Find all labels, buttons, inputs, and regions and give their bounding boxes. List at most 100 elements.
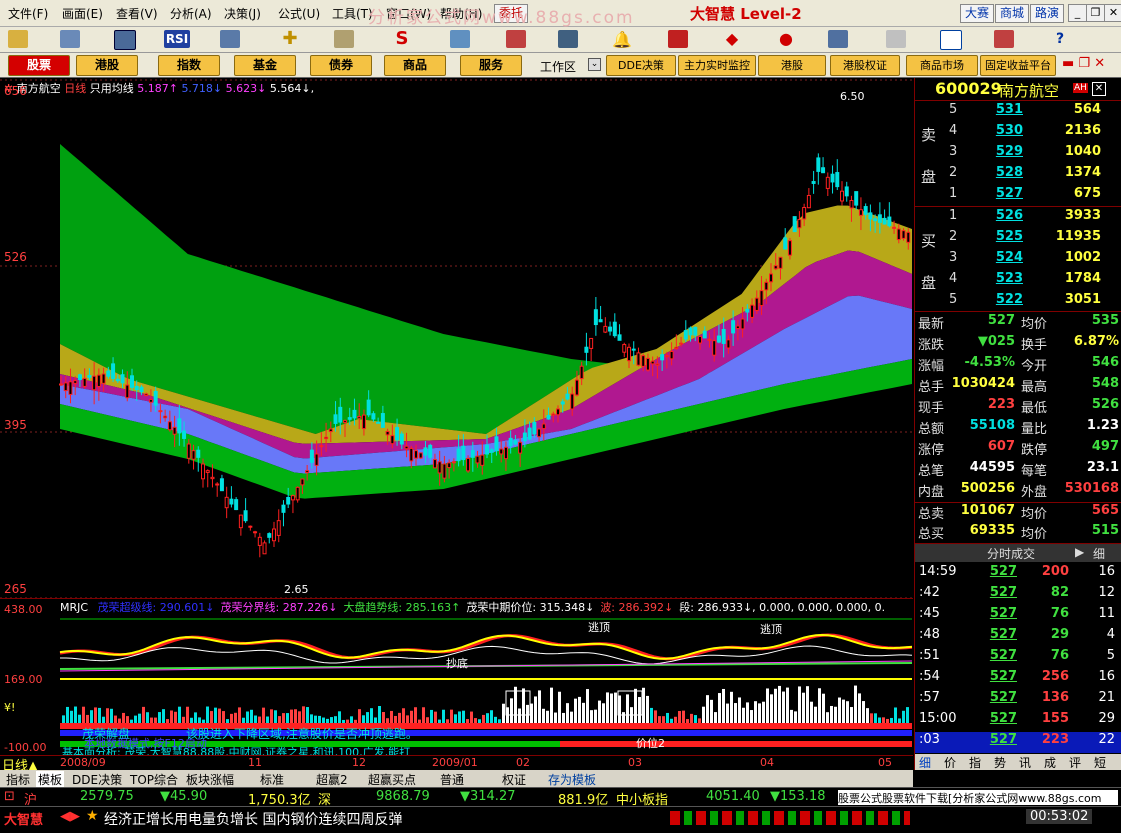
quote-tab[interactable]: 细 <box>919 754 931 771</box>
nav-bond[interactable]: 债券 <box>310 55 372 76</box>
volume-bar <box>490 710 493 723</box>
template-tab[interactable]: DDE决策 <box>72 771 122 788</box>
menu-view[interactable]: 查看(V) <box>116 5 158 22</box>
rsi-icon[interactable]: RSI <box>164 30 190 48</box>
minimize-icon[interactable]: _ <box>1068 4 1087 22</box>
tick-row[interactable]: :42 527 82 12 <box>915 585 1121 606</box>
template-tab[interactable]: 存为模板 <box>548 771 596 788</box>
ticker-arrows-icon[interactable]: ◀▶ <box>60 809 80 824</box>
book-row[interactable]: 4 523 1784 <box>915 271 1121 292</box>
quote-tab[interactable]: 评 <box>1069 754 1081 771</box>
binocular-icon[interactable] <box>558 30 578 48</box>
tick-row[interactable]: :03 527 223 22 <box>915 732 1121 753</box>
close-icon[interactable]: ✕ <box>1092 82 1106 96</box>
book-row[interactable]: 2 525 11935 <box>915 229 1121 250</box>
brand-logo: 大智慧 <box>4 813 44 828</box>
quote-tab[interactable]: 短 <box>1094 754 1106 771</box>
template-tab[interactable]: 权证 <box>502 771 526 788</box>
indicator-mrjc[interactable]: MRJC 茂荣超级线: 290.601↓ 茂荣分界线: 287.226↓ 大盘趋势线… <box>0 598 913 686</box>
ruler-icon[interactable] <box>334 30 354 48</box>
nav-stock[interactable]: 股票 <box>8 55 70 76</box>
roadshow-button[interactable]: 路演 <box>1030 4 1065 23</box>
contest-button[interactable]: 大赛 <box>960 4 995 23</box>
book-row[interactable]: 3 529 1040 <box>915 144 1121 165</box>
quote-tab[interactable]: 价 <box>944 754 956 771</box>
template-tab[interactable]: 指标 <box>6 771 30 788</box>
book-row[interactable]: 3 524 1002 <box>915 250 1121 271</box>
diamond-icon[interactable]: ◆ <box>722 30 742 48</box>
tick-row[interactable]: :57 527 136 21 <box>915 690 1121 711</box>
tick-row[interactable]: :54 527 256 16 <box>915 669 1121 690</box>
open-icon[interactable] <box>8 30 28 48</box>
template-tab[interactable]: 超赢买点 <box>368 771 416 788</box>
calc-icon[interactable] <box>220 30 240 48</box>
quote-tab[interactable]: 指 <box>969 754 981 771</box>
screen-icon[interactable] <box>114 30 136 50</box>
template-tab[interactable]: 模板 <box>36 771 65 788</box>
indicator-volume[interactable]: ¥! -100.00 茂荣解盘 该股进入下降区域,注意股价是否冲顶逃跑。 本地数… <box>0 681 913 759</box>
tick-row[interactable]: :48 527 29 4 <box>915 627 1121 648</box>
nav-fixed-income[interactable]: 固定收益平台 <box>980 55 1056 76</box>
nav-service[interactable]: 服务 <box>460 55 522 76</box>
candle-body <box>144 393 149 396</box>
template-tab[interactable]: TOP综合 <box>130 771 178 788</box>
menu-screen[interactable]: 画面(E) <box>62 5 103 22</box>
ticks-detail-button[interactable]: 细 <box>1093 545 1105 562</box>
menu-formula[interactable]: 公式(U) <box>278 5 320 22</box>
flag-icon[interactable] <box>668 30 688 48</box>
book-row[interactable]: 4 530 2136 <box>915 123 1121 144</box>
nav-dde[interactable]: DDE决策 <box>606 55 676 76</box>
template-tab[interactable]: 普通 <box>440 771 464 788</box>
template-tab[interactable]: 标准 <box>260 771 284 788</box>
bell-icon[interactable]: 🔔 <box>612 30 632 49</box>
nav-hk-warrant[interactable]: 港股权证 <box>830 55 900 76</box>
book-row[interactable]: 5 522 3051 <box>915 292 1121 313</box>
menu-decision[interactable]: 决策(J) <box>224 5 261 22</box>
s-icon[interactable]: S <box>392 30 412 48</box>
circle-icon[interactable]: ● <box>776 30 796 48</box>
template-tab[interactable]: 板块涨幅 <box>186 771 234 788</box>
workspace-toggle-icon[interactable]: ⌄ <box>588 58 601 71</box>
menu-file[interactable]: 文件(F) <box>8 5 48 22</box>
menu-tools[interactable]: 工具(T) <box>332 5 373 22</box>
book-row[interactable]: 1 527 675 <box>915 186 1121 207</box>
nav-hk2[interactable]: 港股 <box>758 55 826 76</box>
window2-icon[interactable] <box>940 30 962 50</box>
ad-link[interactable]: 股票公式股票软件下载[分析家公式网www.88gs.com <box>838 790 1118 805</box>
cross-icon[interactable]: ✚ <box>280 30 300 48</box>
nav-main-monitor[interactable]: 主力实时监控 <box>678 55 756 76</box>
window-icon[interactable] <box>886 30 906 48</box>
quote-tab[interactable]: 势 <box>994 754 1006 771</box>
nav-index[interactable]: 指数 <box>158 55 220 76</box>
menu-analysis[interactable]: 分析(A) <box>170 5 212 22</box>
volume-bar <box>586 689 589 723</box>
nav-fund[interactable]: 基金 <box>234 55 296 76</box>
quote-tab[interactable]: 成 <box>1044 754 1056 771</box>
quote-tab[interactable]: 讯 <box>1019 754 1031 771</box>
nav-commodity-market[interactable]: 商品市场 <box>906 55 978 76</box>
panel-window-controls[interactable]: ▬ ❐ ✕ <box>1062 56 1105 71</box>
help-icon[interactable]: ? <box>1050 30 1070 48</box>
book-row[interactable]: 5 531 564 <box>915 102 1121 123</box>
template-tab[interactable]: 超赢2 <box>316 771 348 788</box>
tick-row[interactable]: :45 527 76 11 <box>915 606 1121 627</box>
close-icon[interactable]: ✕ <box>1104 4 1121 22</box>
mall-button[interactable]: 商城 <box>995 4 1030 23</box>
nav-commodity[interactable]: 商品 <box>384 55 446 76</box>
tick-row[interactable]: :51 527 76 5 <box>915 648 1121 669</box>
cross-line-icon[interactable] <box>450 30 470 48</box>
book-row[interactable]: 1 526 3933 <box>915 208 1121 229</box>
ticks-detail-icon[interactable]: ▶ <box>1075 545 1084 559</box>
bars-icon[interactable] <box>506 30 526 48</box>
kline-icon[interactable] <box>60 30 80 48</box>
tick-row[interactable]: 14:59 527 200 16 <box>915 564 1121 585</box>
book-icon[interactable] <box>994 30 1014 48</box>
candle-body <box>901 230 906 239</box>
tick-row[interactable]: 15:00 527 155 29 <box>915 711 1121 732</box>
nav-hk-stock[interactable]: 港股 <box>76 55 138 76</box>
restore-icon[interactable]: ❐ <box>1086 4 1105 22</box>
book-row[interactable]: 2 528 1374 <box>915 165 1121 186</box>
kline-chart[interactable]: ✲ 南方航空 日线 只用均线 5.187↑ 5.718↓ 5.623↓ 5.56… <box>0 78 913 598</box>
news-headline[interactable]: 经济正增长用电量负增长 国内钢价连续四周反弹 <box>104 809 402 829</box>
doc-icon[interactable] <box>828 30 848 48</box>
